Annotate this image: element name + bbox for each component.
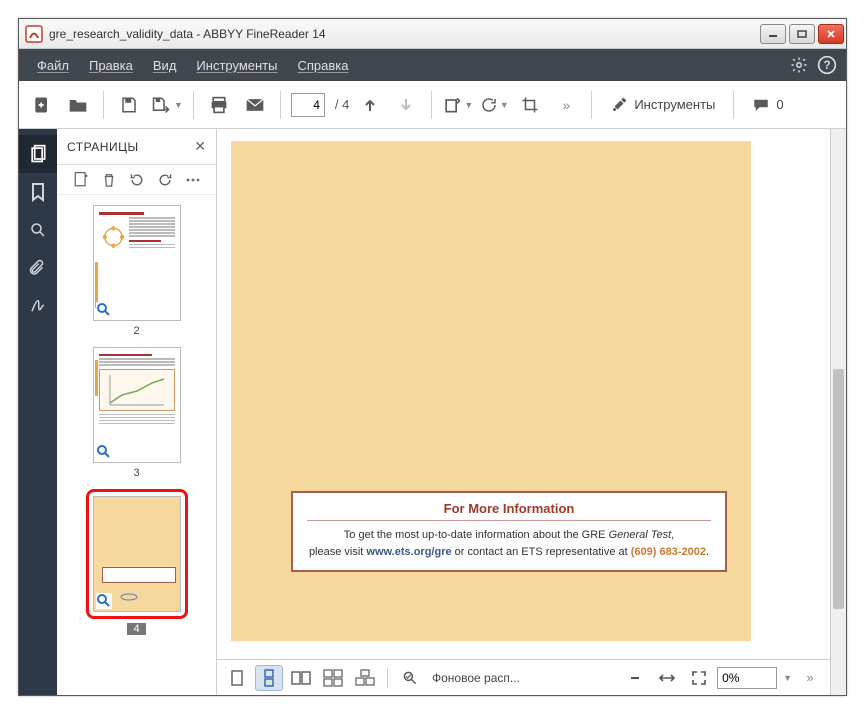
continuous-view-button[interactable] <box>255 665 283 691</box>
refresh-button[interactable]: ▼ <box>479 90 509 120</box>
cover-view-button[interactable] <box>351 665 379 691</box>
window-title: gre_research_validity_data - ABBYY FineR… <box>49 27 760 41</box>
zoom-out-button[interactable] <box>621 665 649 691</box>
zoom-dropdown-icon[interactable]: ▼ <box>783 673 792 683</box>
minimize-button[interactable] <box>760 24 786 44</box>
more-bottom-button[interactable]: » <box>796 665 824 691</box>
document-scroll-area[interactable]: For More Information To get the most up-… <box>217 129 830 695</box>
pages-panel-title: СТРАНИЦЫ <box>67 140 194 154</box>
save-button[interactable] <box>114 90 144 120</box>
rail-signatures[interactable] <box>19 287 57 325</box>
single-page-view-button[interactable] <box>223 665 251 691</box>
menu-file[interactable]: Файл <box>27 52 79 79</box>
delete-page-icon[interactable] <box>100 171 118 189</box>
app-icon <box>25 25 43 43</box>
rail-pages[interactable] <box>19 135 57 173</box>
thumbnail-label: 4 <box>127 623 145 635</box>
tools-panel-button[interactable]: Инструменты <box>602 90 723 120</box>
menu-edit[interactable]: Правка <box>79 52 143 79</box>
page-canvas: For More Information To get the most up-… <box>231 141 751 641</box>
thumbnail[interactable]: 3 <box>93 347 181 479</box>
settings-icon[interactable] <box>788 54 810 76</box>
scrollbar-thumb[interactable] <box>833 369 844 609</box>
infobox-body: To get the most up-to-date information a… <box>307 527 711 560</box>
menu-view[interactable]: Вид <box>143 52 187 79</box>
menu-tools[interactable]: Инструменты <box>186 52 287 79</box>
prev-page-button[interactable] <box>355 90 385 120</box>
print-button[interactable] <box>204 90 234 120</box>
ocr-badge-icon <box>96 444 112 460</box>
titlebar: gre_research_validity_data - ABBYY FineR… <box>19 19 846 49</box>
pages-mini-toolbar <box>57 165 216 195</box>
close-button[interactable] <box>818 24 844 44</box>
tools-panel-label: Инструменты <box>634 97 715 112</box>
zoom-select[interactable] <box>717 667 777 689</box>
app-window: gre_research_validity_data - ABBYY FineR… <box>18 18 847 696</box>
vertical-scrollbar[interactable] <box>830 129 846 695</box>
help-icon[interactable]: ? <box>816 54 838 76</box>
pages-panel-header: СТРАНИЦЫ ✕ <box>57 129 216 165</box>
pages-panel-close-icon[interactable]: ✕ <box>194 138 206 155</box>
menu-help[interactable]: Справка <box>287 52 358 79</box>
thumbnail[interactable]: 4 <box>86 489 188 635</box>
add-page-button[interactable] <box>27 90 57 120</box>
pages-panel: СТРАНИЦЫ ✕ <box>57 129 217 695</box>
ocr-badge-icon <box>96 593 112 609</box>
background-recognition-label[interactable]: Фоновое расп... <box>432 671 520 685</box>
more-tools-button[interactable]: » <box>551 90 581 120</box>
body-area: СТРАНИЦЫ ✕ <box>19 129 846 695</box>
thumbnails-list[interactable]: 2 3 <box>57 195 216 695</box>
fullscreen-button[interactable] <box>685 665 713 691</box>
save-as-button[interactable]: ▼ <box>150 90 183 120</box>
bottom-toolbar: Фоновое расп... ▼ » <box>217 659 830 695</box>
next-page-button[interactable] <box>391 90 421 120</box>
document-view: For More Information To get the most up-… <box>217 129 846 695</box>
svg-text:?: ? <box>823 59 830 72</box>
window-controls <box>760 24 844 44</box>
email-button[interactable] <box>240 90 270 120</box>
background-recognition-icon[interactable] <box>396 665 424 691</box>
rotate-page-button[interactable]: ▼ <box>442 90 473 120</box>
info-box: For More Information To get the most up-… <box>291 491 727 572</box>
main-toolbar: ▼ / 4 ▼ ▼ » Инструменты <box>19 81 846 129</box>
infobox-title: For More Information <box>307 501 711 521</box>
more-icon[interactable] <box>184 171 202 189</box>
open-button[interactable] <box>63 90 93 120</box>
page-number-input[interactable] <box>291 93 325 117</box>
rail-search[interactable] <box>19 211 57 249</box>
crop-button[interactable] <box>515 90 545 120</box>
rotate-right-icon[interactable] <box>156 171 174 189</box>
thumbnail[interactable]: 2 <box>93 205 181 337</box>
ocr-badge-icon <box>96 302 112 318</box>
two-page-view-button[interactable] <box>287 665 315 691</box>
comments-button[interactable]: 0 <box>744 90 791 120</box>
two-page-continuous-button[interactable] <box>319 665 347 691</box>
maximize-button[interactable] <box>789 24 815 44</box>
rotate-left-icon[interactable] <box>128 171 146 189</box>
thumbnail-label: 2 <box>133 325 139 337</box>
left-icon-rail <box>19 129 57 695</box>
page-total-label: / 4 <box>335 97 349 112</box>
add-page-icon[interactable] <box>72 171 90 189</box>
thumbnail-label: 3 <box>133 467 139 479</box>
rail-attachments[interactable] <box>19 249 57 287</box>
comments-count: 0 <box>776 97 783 112</box>
menubar: Файл Правка Вид Инструменты Справка ? <box>19 49 846 81</box>
rail-bookmarks[interactable] <box>19 173 57 211</box>
fit-width-button[interactable] <box>653 665 681 691</box>
